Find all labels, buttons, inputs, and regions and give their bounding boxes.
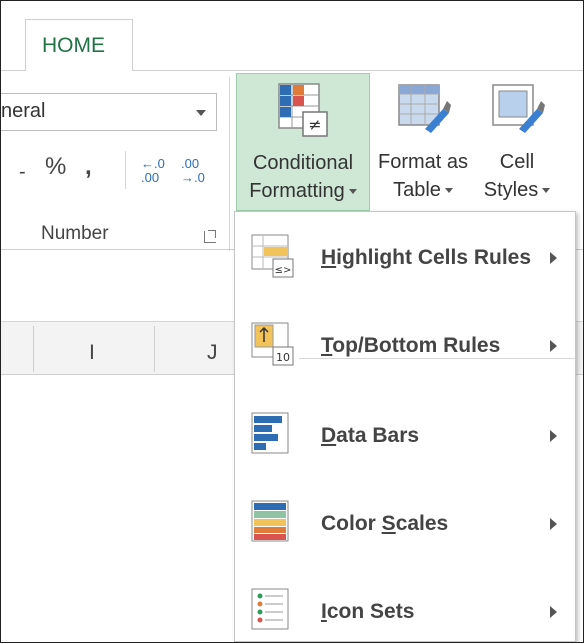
cell-styles-button[interactable]: Cell Styles [477,73,557,211]
chevron-down-icon [542,188,551,194]
increase-decimal-top: ←.0 [141,156,165,171]
cell-styles-label-2-text: Styles [483,179,539,201]
cell-styles-label-1: Cell [499,151,535,173]
chevron-down-icon[interactable] [196,110,206,116]
number-group-separator [125,151,126,189]
chevron-down-icon [444,188,453,194]
column-header-i[interactable]: I [89,341,95,365]
number-group-label: Number [41,223,109,244]
number-format-value: neral [1,100,46,122]
highlight-cells-icon: ≤> [251,234,294,278]
conditional-formatting-icon: ≠ [278,83,328,137]
chevron-right-icon [550,518,557,530]
menu-item-label: Highlight Cells Rules [321,246,532,269]
menu-item-data-bars[interactable]: Data Bars [235,402,575,472]
decrease-decimal-top: .00 [181,156,200,171]
increase-decimal-button[interactable]: ←.0 .00 [141,157,165,185]
svg-text:10: 10 [276,351,290,364]
format-as-table-label-2-text: Table [393,179,441,201]
number-format-dropdown[interactable]: neral [1,93,217,131]
increase-decimal-bottom: .00 [141,170,160,185]
conditional-formatting-menu: ≤> Highlight Cells Rules 10 Top/Bottom R… [234,211,576,642]
menu-item-label: Icon Sets [321,600,415,623]
percent-style-button[interactable]: % [45,153,66,193]
data-bars-icon [251,412,289,454]
comma-style-button[interactable]: , [85,153,92,193]
menu-item-label: Color Scales [321,512,449,535]
chevron-right-icon [550,252,557,264]
menu-item-color-scales[interactable]: Color Scales [235,490,575,560]
conditional-formatting-button[interactable]: ≠ Conditional Formatting [236,73,370,211]
top-bottom-icon: 10 [251,322,294,366]
excel-window: HOME neral - % , ←.0 .00 .00 →.0 Number [0,0,584,643]
format-as-table-label-1: Format as [377,151,469,173]
menu-item-label: Top/Bottom Rules [321,334,501,357]
menu-item-label: Data Bars [321,424,420,447]
column-separator[interactable] [154,326,155,372]
menu-separator [299,358,575,359]
column-header-j[interactable]: J [207,341,218,365]
dialog-launcher-icon[interactable] [204,231,216,243]
chevron-right-icon [550,430,557,442]
svg-text:≠: ≠ [308,115,321,134]
menu-item-top-bottom-rules[interactable]: 10 Top/Bottom Rules [235,312,575,382]
svg-text:≤>: ≤> [275,265,292,276]
format-as-table-label-2: Table [371,179,475,202]
conditional-formatting-label-2-text: Formatting [249,180,345,202]
chevron-down-icon [348,189,357,195]
accounting-dropdown-arrow[interactable]: - [19,161,26,201]
ribbon-group-divider [229,77,230,251]
cell-styles-icon [492,84,545,133]
menu-item-highlight-cells-rules[interactable]: ≤> Highlight Cells Rules [235,224,575,294]
conditional-formatting-label-2: Formatting [237,180,369,203]
icon-sets-icon [251,588,289,630]
menu-item-icon-sets[interactable]: Icon Sets [235,578,575,642]
cell-styles-label-2: Styles [477,179,557,202]
conditional-formatting-label-1: Conditional [252,152,354,174]
color-scales-icon [251,500,289,542]
column-separator[interactable] [33,326,34,372]
format-as-table-icon [398,84,451,133]
chevron-right-icon [550,606,557,618]
chevron-right-icon [550,340,557,352]
tab-home[interactable]: HOME [25,19,133,71]
decrease-decimal-bottom: →.0 [181,170,205,185]
decrease-decimal-button[interactable]: .00 →.0 [181,157,205,185]
format-as-table-button[interactable]: Format as Table [371,73,475,211]
ribbon-tab-strip: HOME [1,1,583,72]
